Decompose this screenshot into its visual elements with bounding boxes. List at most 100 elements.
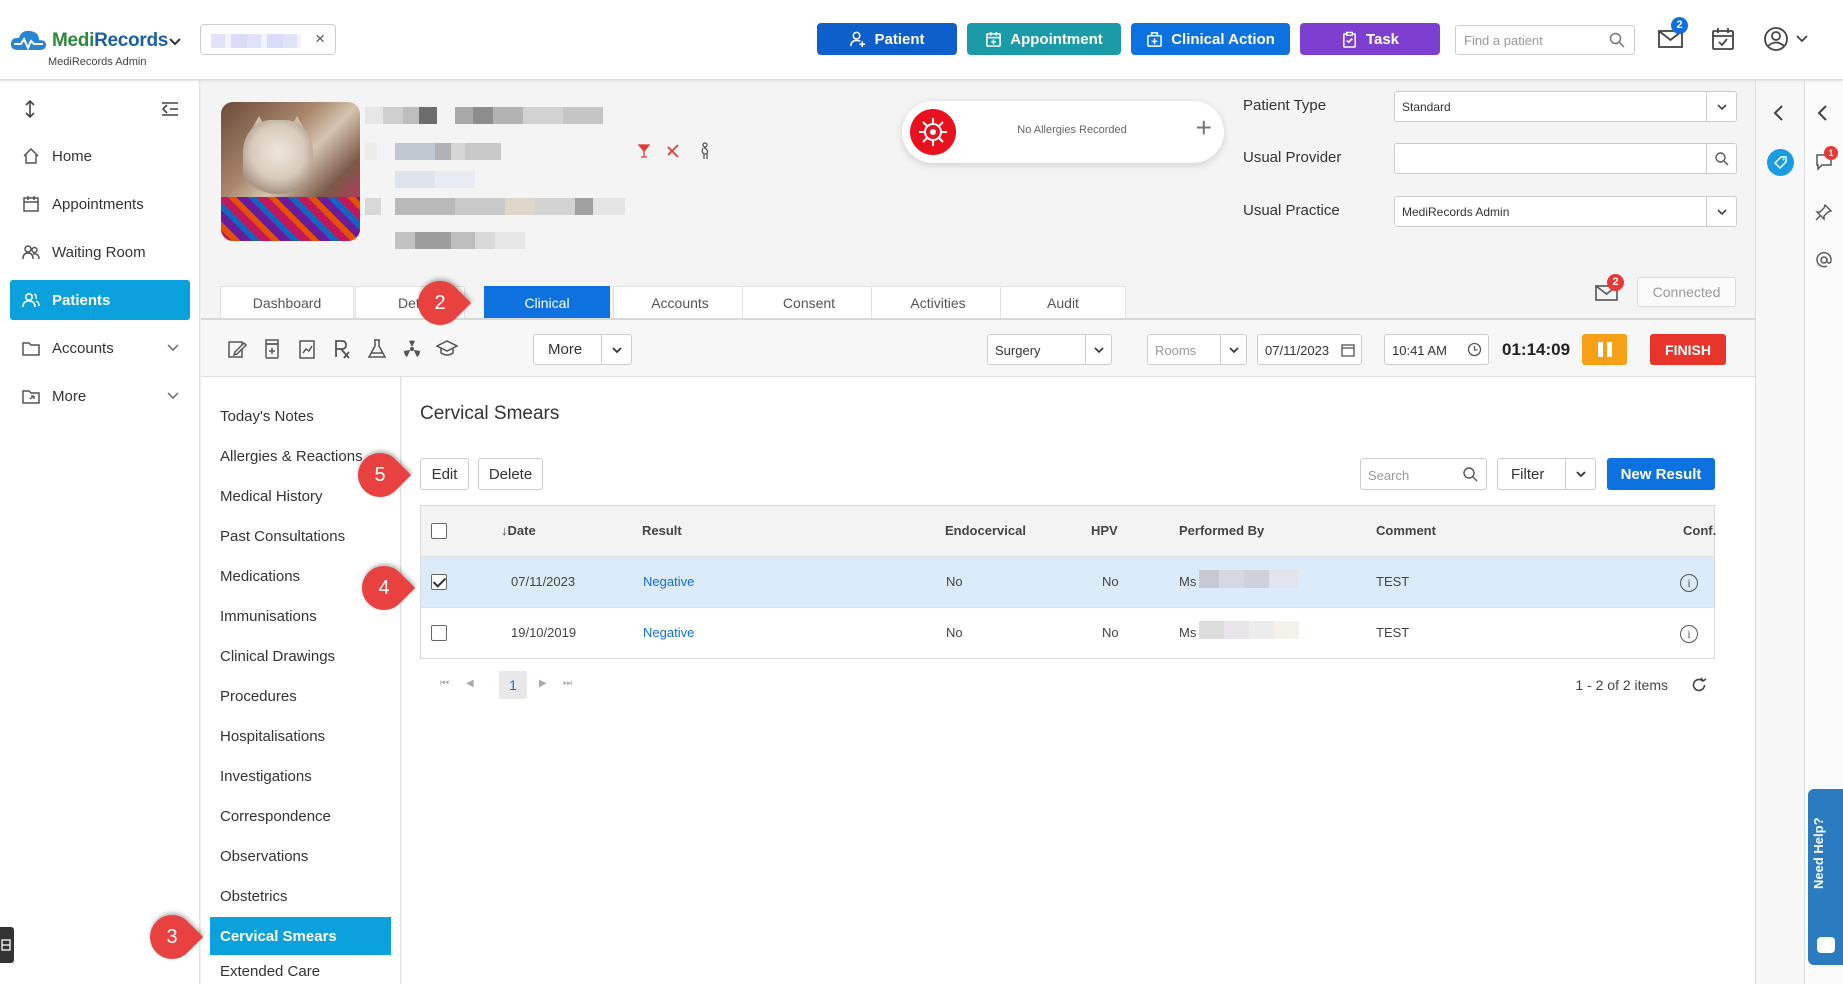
sidebar-item-appointments[interactable]: Appointments — [10, 184, 190, 224]
chart-report-icon[interactable] — [296, 338, 318, 360]
col-conf[interactable]: Conf. — [1683, 523, 1716, 538]
col-endocervical[interactable]: Endocervical — [945, 523, 1026, 538]
alcohol-flag-icon[interactable] — [637, 143, 651, 159]
calendar-icon[interactable] — [1341, 343, 1355, 357]
pin-icon[interactable] — [1815, 203, 1833, 221]
tab-accounts[interactable]: Accounts — [613, 286, 747, 318]
clinical-menu-investigations[interactable]: Investigations — [210, 757, 391, 795]
connected-button[interactable]: Connected — [1637, 277, 1736, 307]
side-dock-handle[interactable] — [0, 927, 14, 963]
chat-button[interactable]: 1 — [1814, 146, 1838, 174]
new-patient-button[interactable]: Patient — [817, 23, 957, 55]
sidebar-item-home[interactable]: Home — [10, 136, 190, 176]
first-page-icon[interactable]: ⏮ — [440, 678, 449, 689]
chevron-down-icon[interactable] — [168, 34, 182, 48]
clinical-menu-procedures[interactable]: Procedures — [210, 677, 391, 715]
row-checkbox[interactable] — [431, 574, 447, 590]
pregnancy-flag-icon[interactable] — [698, 142, 712, 160]
radiation-icon[interactable] — [401, 338, 423, 360]
new-appointment-button[interactable]: Appointment — [967, 23, 1121, 55]
chevron-left-icon[interactable] — [1771, 104, 1787, 122]
prescription-bottle-icon[interactable] — [261, 338, 283, 360]
rx-icon[interactable] — [331, 338, 353, 360]
pause-button[interactable] — [1582, 334, 1627, 365]
allergy-panel[interactable]: No Allergies Recorded + — [902, 101, 1224, 163]
chevron-down-icon[interactable] — [601, 335, 631, 364]
finish-button[interactable]: FINISH — [1650, 334, 1726, 365]
patient-type-select[interactable]: Standard — [1394, 91, 1737, 122]
tab-activities[interactable]: Activities — [871, 286, 1005, 318]
current-page[interactable]: 1 — [499, 671, 527, 699]
delete-button[interactable]: Delete — [478, 458, 543, 490]
tag-button[interactable] — [1767, 149, 1794, 176]
clinical-menu-hospitalisations[interactable]: Hospitalisations — [210, 717, 391, 755]
info-icon[interactable]: i — [1680, 625, 1698, 643]
chevron-down-icon[interactable] — [1565, 459, 1595, 489]
table-row[interactable]: 19/10/2019 Negative No No Ms TEST i — [421, 608, 1714, 659]
prev-page-icon[interactable]: ◀ — [466, 678, 474, 689]
user-menu-button[interactable] — [1763, 26, 1811, 55]
chevron-down-icon[interactable] — [1706, 197, 1736, 226]
collapse-sidebar-icon[interactable] — [160, 101, 180, 117]
patient-photo[interactable] — [221, 102, 360, 241]
chevron-down-icon[interactable] — [1706, 92, 1736, 121]
clinical-menu-obstetrics[interactable]: Obstetrics — [210, 877, 391, 915]
col-date[interactable]: ↓Date — [501, 523, 536, 538]
refresh-icon[interactable] — [1690, 676, 1708, 694]
patient-messages-button[interactable]: 2 — [1595, 274, 1624, 305]
smoking-flag-icon[interactable] — [666, 143, 682, 159]
clinical-menu-correspondence[interactable]: Correspondence — [210, 797, 391, 835]
next-page-icon[interactable]: ▶ — [539, 678, 547, 689]
location-select[interactable]: Surgery — [987, 334, 1112, 365]
sidebar-item-accounts[interactable]: Accounts — [10, 328, 190, 368]
last-page-icon[interactable]: ⏭ — [563, 678, 572, 689]
open-patient-chip[interactable]: × — [200, 24, 336, 55]
usual-practice-select[interactable]: MediRecords Admin — [1394, 196, 1737, 227]
education-icon[interactable] — [436, 338, 458, 360]
calendar-button[interactable] — [1710, 26, 1736, 55]
tab-clinical[interactable]: Clinical — [484, 286, 610, 318]
new-task-button[interactable]: Task — [1300, 23, 1440, 55]
row-result-link[interactable]: Negative — [643, 625, 694, 640]
more-actions-dropdown[interactable]: More — [533, 334, 632, 365]
tab-consent[interactable]: Consent — [742, 286, 876, 318]
need-help-button[interactable]: Need Help? — [1808, 789, 1843, 965]
tab-audit[interactable]: Audit — [1000, 286, 1126, 318]
chevron-down-icon[interactable] — [1085, 335, 1111, 364]
col-hpv[interactable]: HPV — [1091, 523, 1118, 538]
row-result-link[interactable]: Negative — [643, 574, 694, 589]
lab-flask-icon[interactable] — [366, 338, 388, 360]
messages-button[interactable]: 2 — [1657, 17, 1688, 53]
edit-note-icon[interactable] — [226, 338, 248, 360]
medirecords-logo[interactable]: MediRecords MediRecords Admin — [10, 24, 185, 74]
info-icon[interactable]: i — [1680, 574, 1698, 592]
expand-vertical-icon[interactable] — [22, 99, 38, 119]
clock-icon[interactable] — [1467, 342, 1482, 357]
clinical-menu-clinical-drawings[interactable]: Clinical Drawings — [210, 637, 391, 675]
close-icon[interactable]: × — [315, 29, 325, 49]
results-search-input[interactable]: Search — [1360, 458, 1487, 490]
select-all-checkbox[interactable] — [431, 523, 447, 539]
at-sign-icon[interactable] — [1815, 251, 1833, 269]
sidebar-item-waiting-room[interactable]: Waiting Room — [10, 232, 190, 272]
clinical-menu-past-consultations[interactable]: Past Consultations — [210, 517, 391, 555]
table-row[interactable]: 07/11/2023 Negative No No Ms TEST i — [421, 557, 1714, 608]
clinical-menu-cervical-smears[interactable]: Cervical Smears — [210, 917, 391, 955]
search-icon[interactable] — [1462, 466, 1479, 483]
filter-dropdown[interactable]: Filter — [1497, 458, 1596, 490]
tab-dashboard[interactable]: Dashboard — [220, 286, 354, 318]
consult-date-input[interactable]: 07/11/2023 — [1257, 334, 1362, 365]
sidebar-item-more[interactable]: More — [10, 376, 190, 416]
col-result[interactable]: Result — [642, 523, 682, 538]
chevron-down-icon[interactable] — [1220, 335, 1246, 364]
clinical-menu-observations[interactable]: Observations — [210, 837, 391, 875]
row-checkbox[interactable] — [431, 625, 447, 641]
search-icon[interactable] — [1706, 144, 1736, 173]
clinical-menu-extended-care[interactable]: Extended Care — [210, 957, 391, 984]
clinical-action-button[interactable]: Clinical Action — [1131, 23, 1290, 55]
edit-button[interactable]: Edit — [420, 458, 469, 490]
find-patient-input[interactable]: Find a patient — [1455, 25, 1635, 55]
new-result-button[interactable]: New Result — [1607, 458, 1715, 490]
add-allergy-icon[interactable]: + — [1196, 113, 1212, 143]
consult-time-input[interactable]: 10:41 AM — [1384, 334, 1489, 365]
